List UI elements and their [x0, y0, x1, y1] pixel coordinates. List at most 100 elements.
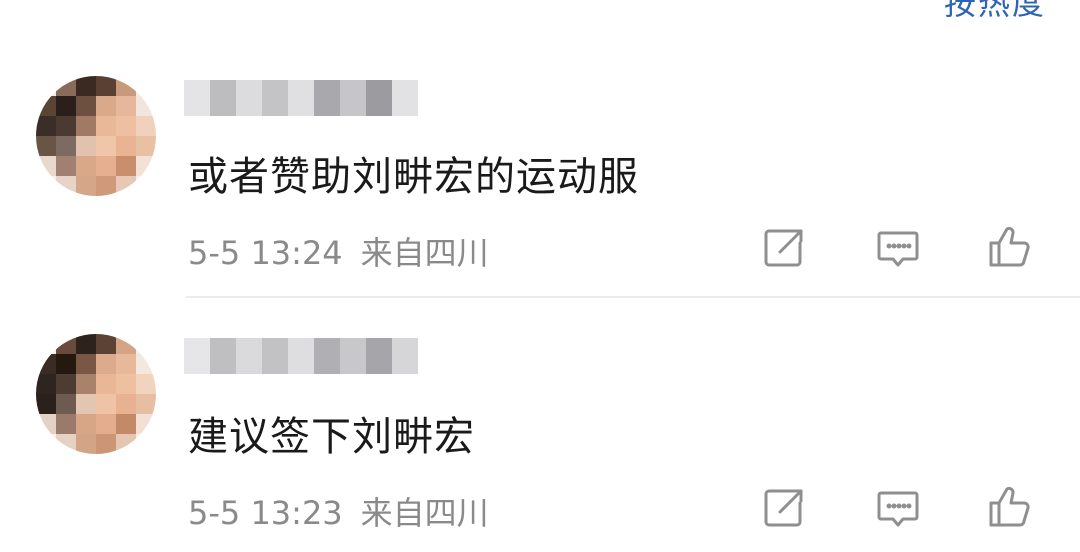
comment-icon — [877, 491, 919, 527]
avatar-pixel — [96, 176, 116, 196]
avatar-pixel — [116, 334, 136, 354]
share-icon — [764, 489, 803, 527]
avatar-pixel — [136, 136, 156, 156]
avatar-pixel — [116, 116, 136, 136]
avatar-pixel — [116, 374, 136, 394]
avatar-pixel — [76, 76, 96, 96]
username-pixel — [262, 338, 288, 374]
avatar-pixel — [56, 374, 76, 394]
avatar-pixel — [36, 354, 56, 374]
avatar-pixel — [56, 136, 76, 156]
avatar-pixel — [96, 414, 116, 434]
avatar-pixel — [96, 334, 116, 354]
share-icon — [764, 229, 803, 267]
avatar-pixel — [56, 414, 76, 434]
avatar-pixel — [96, 116, 116, 136]
avatar-pixel — [36, 414, 56, 434]
comment-text: 或者赞助刘畊宏的运动服 — [188, 154, 639, 200]
avatar-pixel — [76, 136, 96, 156]
avatar-pixel — [136, 354, 156, 374]
username-blurred[interactable] — [184, 338, 418, 374]
avatar[interactable] — [36, 334, 156, 454]
avatar-pixel — [96, 374, 116, 394]
avatar-pixel — [76, 334, 96, 354]
username-pixel — [210, 338, 236, 374]
username-pixel — [392, 80, 418, 116]
avatar[interactable] — [36, 76, 156, 196]
username-pixel — [236, 338, 262, 374]
avatar-pixel — [36, 156, 56, 176]
avatar-pixel — [116, 136, 136, 156]
avatar-pixel — [36, 374, 56, 394]
avatar-pixel — [116, 96, 136, 116]
share-button[interactable] — [760, 484, 808, 532]
avatar-pixel — [76, 374, 96, 394]
comment-time: 5-5 13:24 — [188, 234, 343, 272]
comment-button[interactable] — [874, 224, 922, 272]
avatar-pixel — [116, 434, 136, 454]
avatar-pixel — [76, 96, 96, 116]
like-icon — [989, 226, 1030, 267]
avatar-pixel — [36, 116, 56, 136]
avatar-pixel — [136, 96, 156, 116]
avatar-pixel — [96, 76, 116, 96]
avatar-pixel — [96, 394, 116, 414]
avatar-pixel — [96, 136, 116, 156]
comment-button[interactable] — [874, 484, 922, 532]
avatar-pixel — [136, 394, 156, 414]
avatar-pixel — [36, 76, 56, 96]
username-pixel — [392, 338, 418, 374]
avatar-pixel — [116, 414, 136, 434]
avatar-pixel — [76, 176, 96, 196]
avatar-pixel — [36, 334, 56, 354]
like-icon — [989, 486, 1030, 527]
avatar-pixel — [136, 434, 156, 454]
avatar-pixel — [76, 394, 96, 414]
avatar-pixel — [76, 116, 96, 136]
avatar-pixel — [116, 354, 136, 374]
avatar-pixel — [56, 176, 76, 196]
avatar-pixel — [136, 176, 156, 196]
avatar-pixel — [36, 434, 56, 454]
avatar-pixel — [56, 434, 76, 454]
avatar-pixel — [116, 176, 136, 196]
comment-meta: 5-5 13:24 来自四川 — [188, 228, 489, 274]
avatar-pixel — [56, 116, 76, 136]
avatar-pixel — [36, 96, 56, 116]
avatar-pixel — [96, 434, 116, 454]
username-pixel — [366, 338, 392, 374]
avatar-pixel — [136, 156, 156, 176]
like-button[interactable] — [986, 222, 1034, 270]
username-pixel — [288, 338, 314, 374]
username-pixel — [366, 80, 392, 116]
avatar-pixel — [56, 394, 76, 414]
username-pixel — [210, 80, 236, 116]
avatar-pixel — [116, 76, 136, 96]
divider — [186, 296, 1080, 298]
like-button[interactable] — [986, 482, 1034, 530]
avatar-pixel — [36, 394, 56, 414]
username-pixel — [314, 80, 340, 116]
comment-location: 来自四川 — [360, 494, 489, 532]
share-button[interactable] — [760, 224, 808, 272]
avatar-pixel — [76, 414, 96, 434]
comment-meta: 5-5 13:23 来自四川 — [188, 488, 489, 534]
avatar-pixel — [96, 156, 116, 176]
avatar-pixel — [56, 354, 76, 374]
avatar-pixel — [56, 76, 76, 96]
avatar-pixel — [36, 136, 56, 156]
username-pixel — [236, 80, 262, 116]
comment-time: 5-5 13:23 — [188, 494, 343, 532]
avatar-pixel — [96, 354, 116, 374]
username-pixel — [340, 338, 366, 374]
username-pixel — [262, 80, 288, 116]
username-pixel — [340, 80, 366, 116]
avatar-pixel — [96, 96, 116, 116]
avatar-pixel — [136, 116, 156, 136]
comment-icon — [877, 231, 919, 267]
username-blurred[interactable] — [184, 80, 418, 116]
avatar-pixel — [36, 176, 56, 196]
sort-by-hotness-button[interactable]: 按热度 — [944, 0, 1046, 24]
avatar-pixel — [56, 156, 76, 176]
username-pixel — [184, 80, 210, 116]
